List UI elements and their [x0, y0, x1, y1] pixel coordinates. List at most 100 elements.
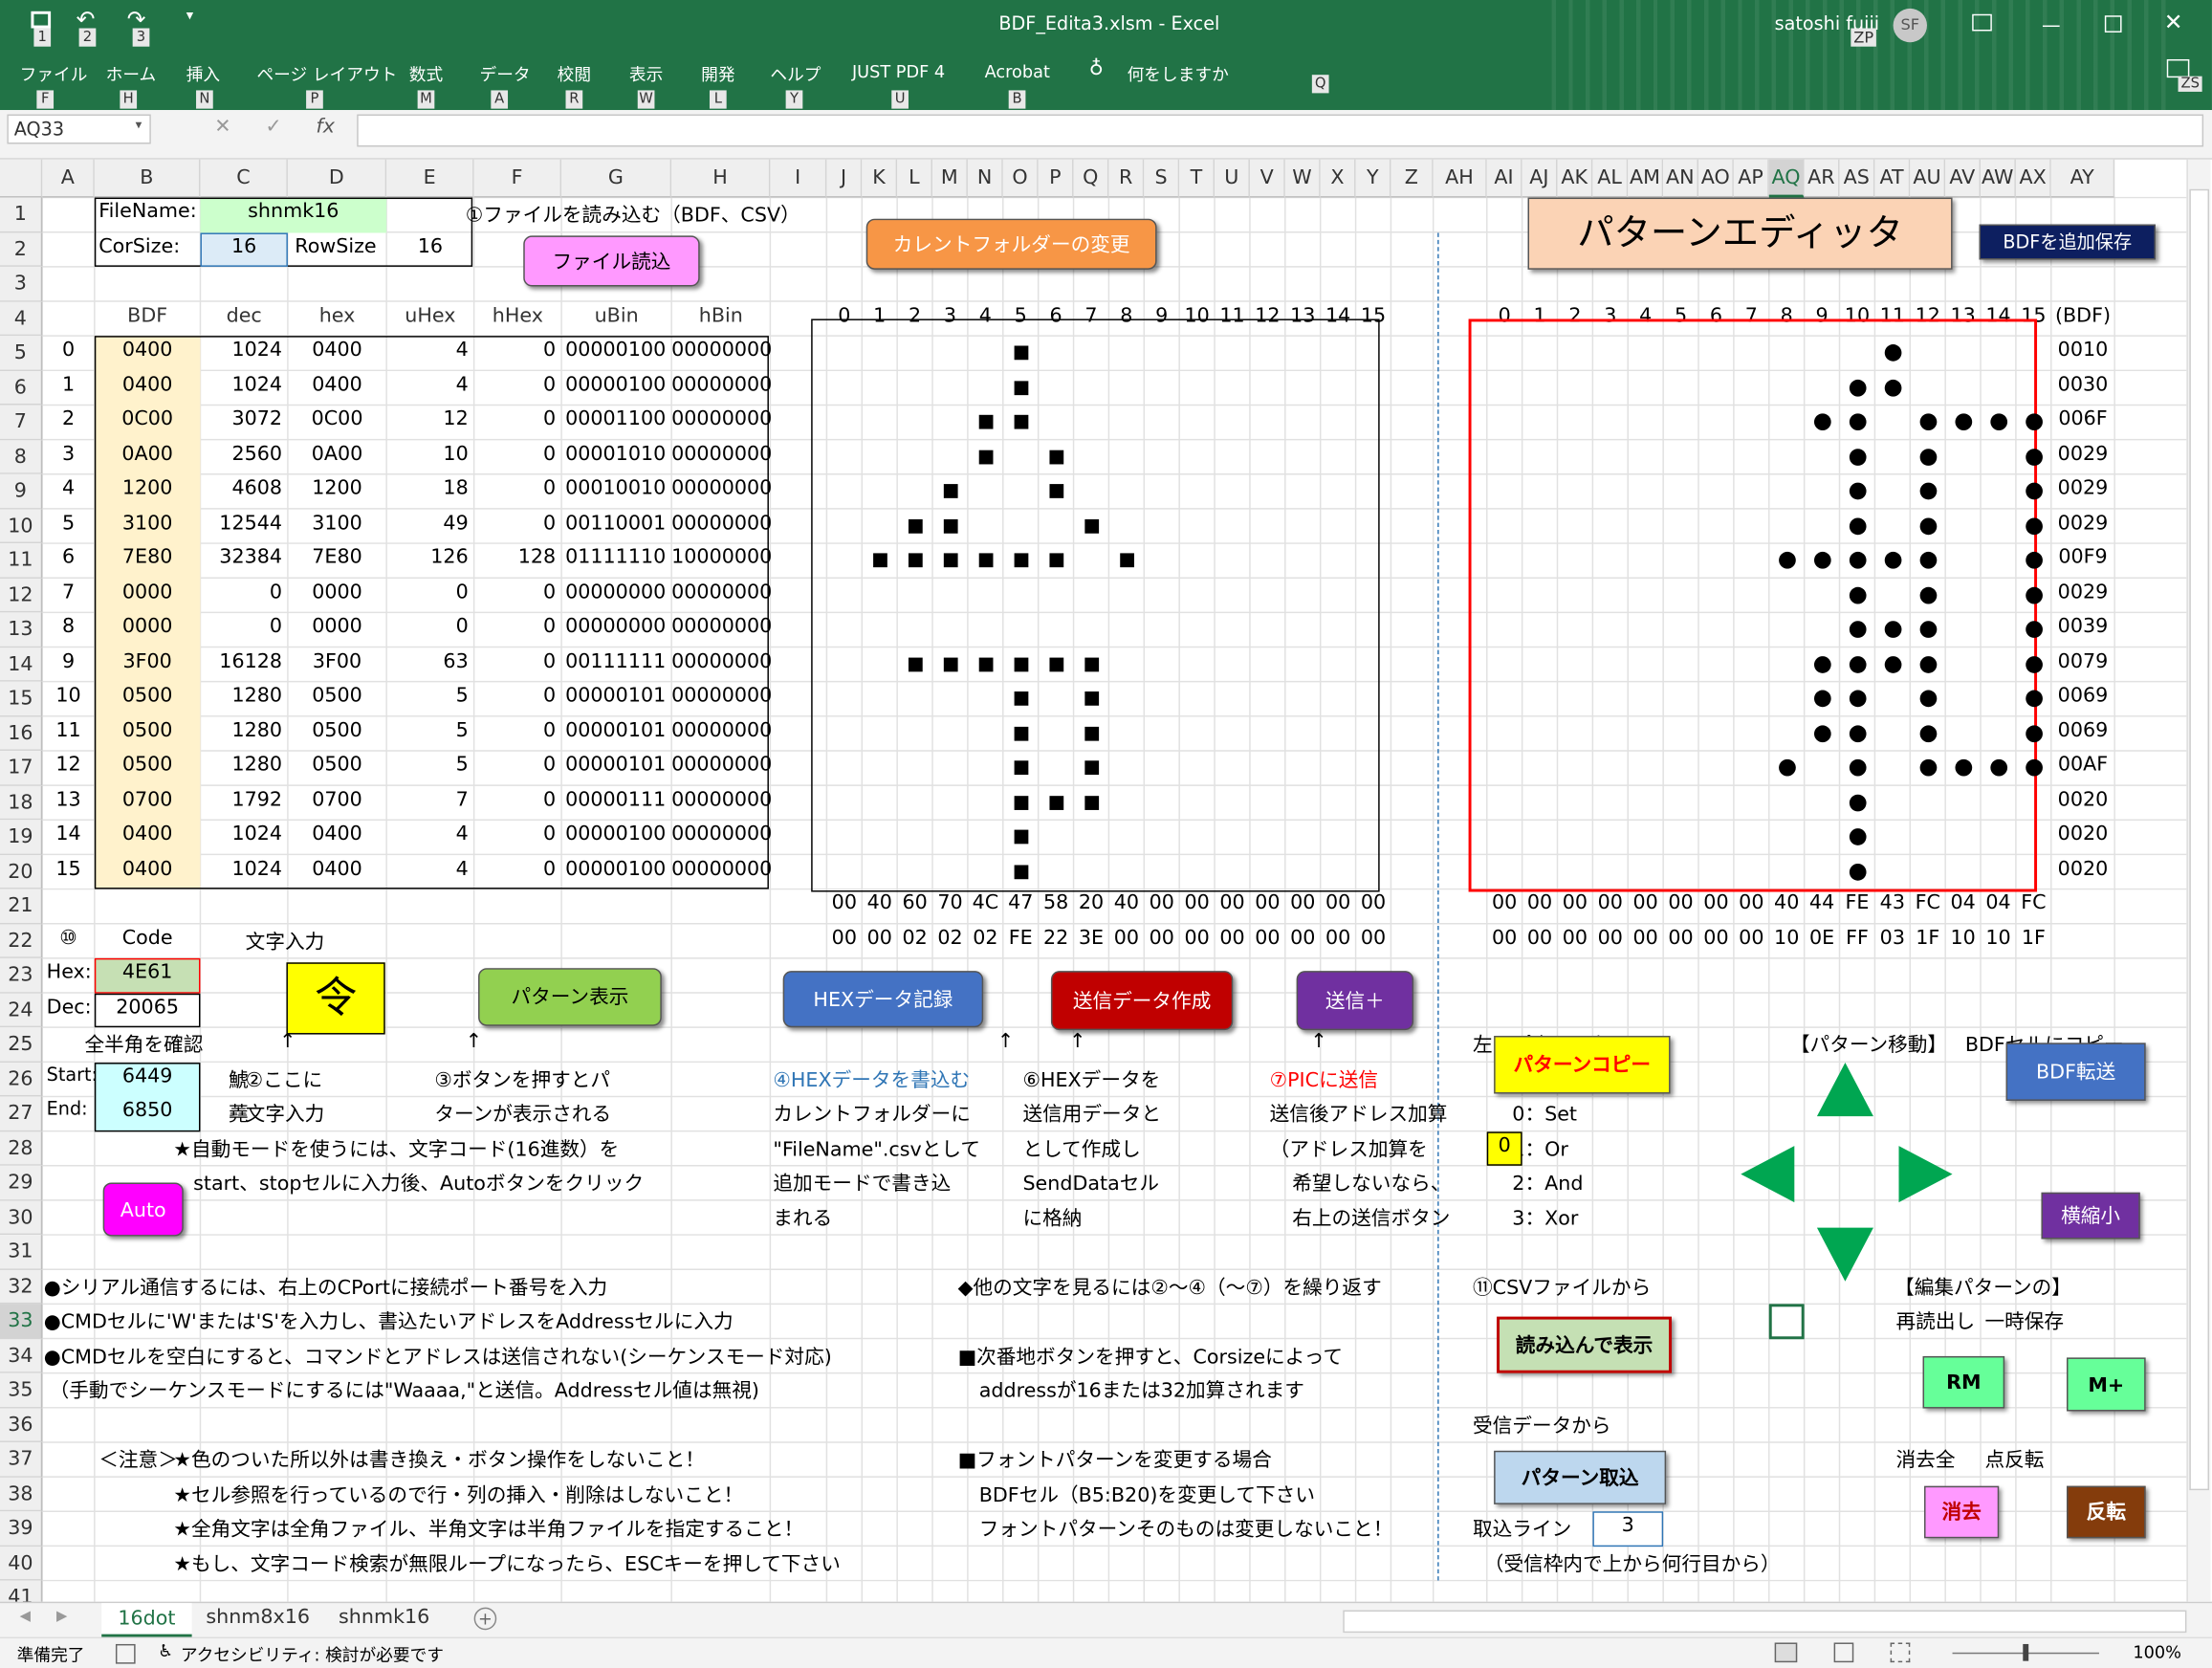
erase-button[interactable]: 消去 — [1924, 1485, 2000, 1539]
pattern-copy-button[interactable]: パターンコピー — [1494, 1036, 1671, 1094]
bdf-cell[interactable]: 0500 — [95, 685, 201, 708]
editor-pixel[interactable] — [2025, 516, 2043, 535]
editor-pixel[interactable] — [2025, 551, 2043, 569]
sheet-tab-shnmk16[interactable]: shnmk16 — [339, 1606, 429, 1629]
column-header[interactable]: AJ — [1522, 159, 1558, 198]
editor-pixel[interactable] — [1883, 379, 1901, 396]
column-header[interactable]: S — [1144, 159, 1180, 198]
column-header[interactable]: R — [1108, 159, 1145, 198]
editor-pixel[interactable] — [1813, 655, 1830, 673]
editor-pixel[interactable] — [1989, 758, 2007, 777]
column-header[interactable]: AM — [1628, 159, 1664, 198]
column-header[interactable]: AK — [1557, 159, 1593, 198]
editor-pixel[interactable] — [1778, 758, 1796, 777]
ribbon-display-icon[interactable] — [1972, 13, 1992, 32]
load-show-button[interactable]: 読み込んで表示 — [1497, 1316, 1672, 1373]
tab-scroll-left-icon[interactable]: ◀ — [20, 1609, 31, 1624]
page-break-icon[interactable] — [1890, 1642, 1911, 1663]
invert-button[interactable]: 反転 — [2067, 1485, 2146, 1539]
column-header[interactable]: T — [1179, 159, 1216, 198]
column-header[interactable]: AH — [1433, 159, 1487, 198]
tab-help[interactable]: ヘルプ — [770, 62, 821, 86]
zoom-thumb[interactable] — [2023, 1643, 2029, 1661]
row-header[interactable]: 27 — [0, 1096, 43, 1131]
editor-pixel[interactable] — [1849, 758, 1866, 777]
row-header[interactable]: 32 — [0, 1269, 43, 1305]
start-cell[interactable]: 6449 — [95, 1064, 201, 1087]
editor-pixel[interactable] — [2025, 690, 2043, 708]
editor-pixel[interactable] — [1883, 655, 1901, 673]
tab-insert[interactable]: 挿入 — [186, 62, 220, 86]
column-header[interactable]: Z — [1391, 159, 1434, 198]
tab-file[interactable]: ファイル — [20, 62, 88, 86]
page-layout-icon[interactable] — [1833, 1642, 1854, 1663]
row-header[interactable]: 2 — [0, 231, 43, 267]
bdf-cell[interactable]: 7E80 — [95, 546, 201, 569]
row-header[interactable]: 33 — [0, 1304, 43, 1339]
column-header[interactable]: AI — [1486, 159, 1522, 198]
row-header[interactable]: 21 — [0, 889, 43, 924]
row-header[interactable]: 30 — [0, 1199, 43, 1236]
column-header[interactable]: G — [561, 159, 672, 198]
column-header[interactable]: P — [1038, 159, 1074, 198]
editor-pixel[interactable] — [1918, 482, 1937, 500]
move-left-button[interactable] — [1741, 1146, 1795, 1203]
end-cell[interactable]: 6850 — [95, 1099, 201, 1122]
editor-pixel[interactable] — [1849, 690, 1866, 708]
mplus-button[interactable]: M+ — [2067, 1357, 2146, 1412]
close-icon[interactable]: ✕ — [2164, 9, 2183, 35]
column-header[interactable]: A — [42, 159, 95, 198]
pattern-show-button[interactable]: パターン表示 — [478, 968, 662, 1026]
row-header[interactable]: 17 — [0, 750, 43, 786]
row-header[interactable]: 31 — [0, 1235, 43, 1270]
editor-pixel[interactable] — [1918, 758, 1937, 777]
editor-pixel[interactable] — [1918, 516, 1937, 535]
save-icon[interactable] — [31, 11, 52, 29]
row-header[interactable]: 28 — [0, 1130, 43, 1166]
column-header[interactable]: Q — [1073, 159, 1109, 198]
editor-pixel[interactable] — [1849, 448, 1866, 466]
row-header[interactable]: 26 — [0, 1062, 43, 1097]
editor-pixel[interactable] — [2025, 621, 2043, 638]
column-header[interactable]: AW — [1981, 159, 2016, 198]
shrink-button[interactable]: 横縮小 — [2041, 1192, 2140, 1240]
row-header[interactable]: 23 — [0, 957, 43, 994]
column-header[interactable]: AU — [1910, 159, 1946, 198]
row-header[interactable]: 8 — [0, 439, 43, 474]
bdf-cell[interactable]: 0A00 — [95, 443, 201, 466]
bdf-cell[interactable]: 0000 — [95, 581, 201, 604]
editor-pixel[interactable] — [1849, 828, 1866, 845]
editor-pixel[interactable] — [1849, 551, 1866, 569]
pattern-get-button[interactable]: パターン取込 — [1494, 1450, 1667, 1504]
row-header[interactable]: 12 — [0, 578, 43, 613]
cancel-icon[interactable]: ✕ — [214, 116, 230, 139]
column-header[interactable]: AR — [1804, 159, 1840, 198]
editor-pixel[interactable] — [1918, 690, 1937, 708]
column-header[interactable]: L — [897, 159, 933, 198]
bdf-cell[interactable]: 0C00 — [95, 407, 201, 430]
editor-pixel[interactable] — [1918, 621, 1937, 638]
row-header[interactable]: 1 — [0, 197, 43, 232]
rowsize-cell[interactable]: 16 — [386, 235, 473, 258]
row-header[interactable]: 20 — [0, 854, 43, 889]
bdf-cell[interactable]: 0400 — [95, 857, 201, 880]
row-header[interactable]: 5 — [0, 336, 43, 371]
column-header[interactable]: AY — [2050, 159, 2115, 198]
row-header[interactable]: 25 — [0, 1027, 43, 1063]
row-header[interactable]: 11 — [0, 543, 43, 579]
tab-justpdf[interactable]: JUST PDF 4 — [852, 62, 945, 82]
editor-pixel[interactable] — [1883, 344, 1901, 362]
row-header[interactable]: 16 — [0, 715, 43, 751]
tab-acrobat[interactable]: Acrobat — [985, 62, 1050, 82]
enter-icon[interactable]: ✓ — [265, 116, 281, 139]
row-header[interactable]: 15 — [0, 681, 43, 716]
column-header[interactable]: O — [1002, 159, 1039, 198]
column-header[interactable]: N — [967, 159, 1003, 198]
bdf-transfer-button[interactable]: BDF転送 — [2005, 1042, 2146, 1101]
formula-input[interactable] — [357, 114, 2204, 147]
editor-pixel[interactable] — [1849, 655, 1866, 673]
tab-home[interactable]: ホーム — [106, 62, 157, 86]
function-icon[interactable]: fx — [316, 116, 334, 139]
corsize-cell[interactable]: 16 — [200, 235, 287, 258]
tell-me-search[interactable]: 何をしますか — [1128, 62, 1229, 86]
